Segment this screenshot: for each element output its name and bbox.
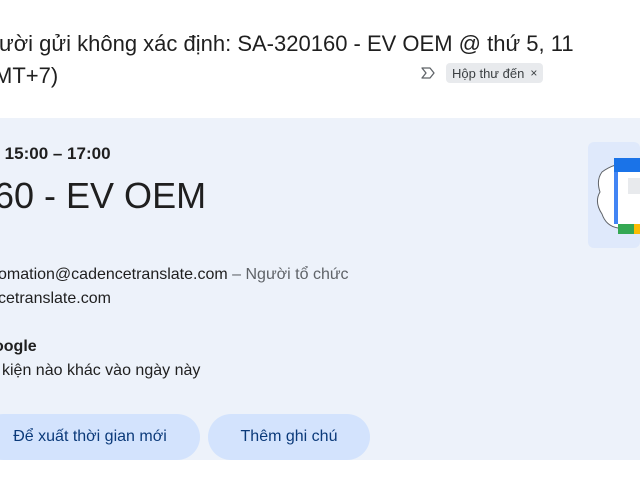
importance-marker-icon[interactable] bbox=[420, 65, 436, 81]
calendar-status: kiện nào khác vào ngày này bbox=[2, 362, 201, 379]
inbox-label-text: Hộp thư đến bbox=[452, 65, 525, 81]
calendar-event-card: • 15:00 – 17:00 60 - EV OEM omation@cade… bbox=[0, 118, 640, 460]
propose-new-time-button[interactable]: Để xuất thời gian mới bbox=[0, 414, 200, 460]
organizer-row: omation@cadencetranslate.com – Người tổ … bbox=[0, 266, 349, 284]
inbox-label-chip[interactable]: Hộp thư đến × bbox=[446, 63, 544, 83]
organizer-email: omation@cadencetranslate.com bbox=[0, 266, 228, 283]
event-title: 60 - EV OEM bbox=[0, 175, 207, 216]
email-subject-line-1: ười gửi không xác định: SA-320160 - EV O… bbox=[0, 31, 574, 56]
label-row: Hộp thư đến × bbox=[420, 63, 544, 83]
organizer-role: – Người tổ chức bbox=[227, 266, 349, 283]
add-note-button[interactable]: Thêm ghi chú bbox=[208, 414, 370, 460]
guest-email: cetranslate.com bbox=[0, 290, 111, 307]
event-time: • 15:00 – 17:00 bbox=[0, 144, 111, 163]
email-subject-line-2: MT+7) bbox=[0, 63, 59, 88]
calendar-heading: oogle bbox=[0, 338, 37, 355]
calendar-illustration-icon bbox=[588, 142, 640, 248]
remove-label-icon[interactable]: × bbox=[530, 66, 537, 80]
